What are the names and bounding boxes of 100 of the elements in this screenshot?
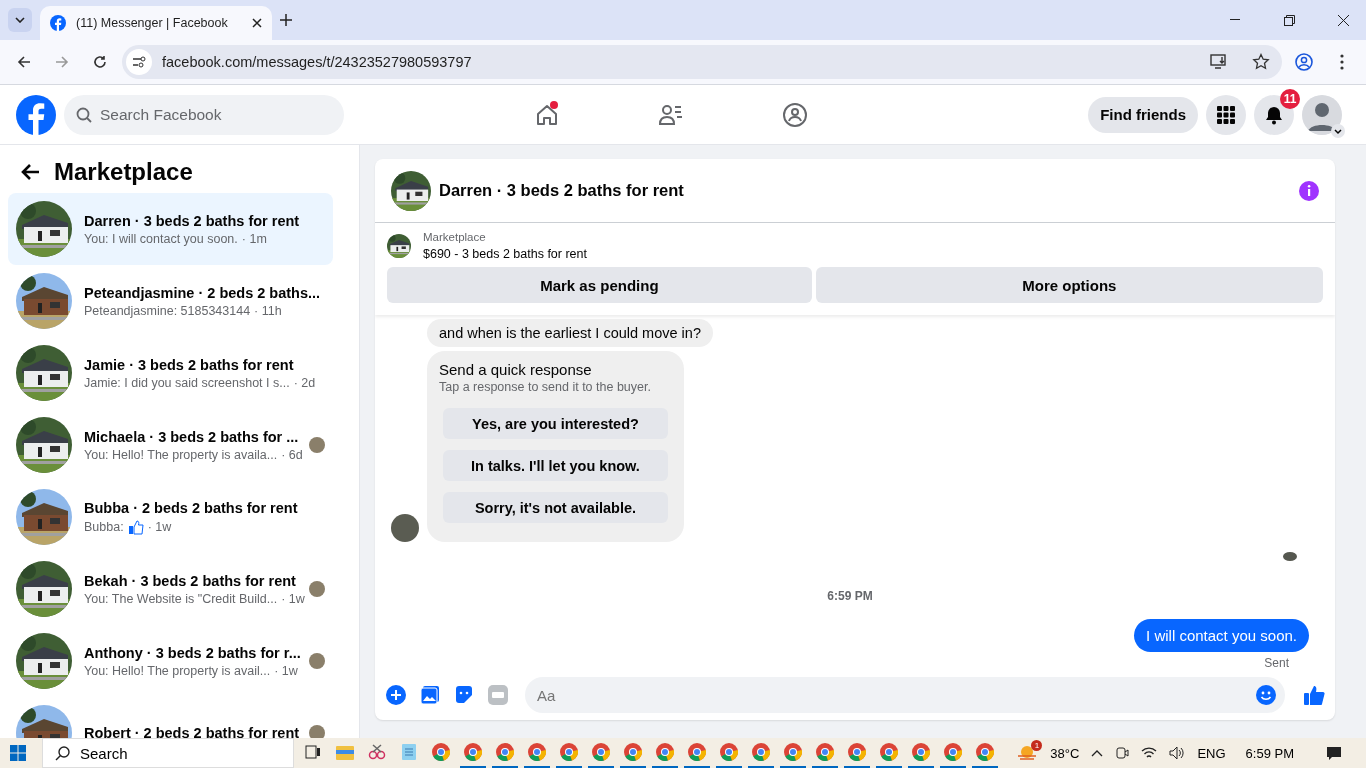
person-silhouette-icon bbox=[1302, 94, 1342, 135]
taskbar-search-field[interactable]: Search bbox=[42, 738, 294, 768]
account-button[interactable] bbox=[1302, 94, 1342, 135]
conversation-item[interactable]: Michaela · 3 beds 2 baths for ... You: Hello! The property is availa... · 6d bbox=[8, 409, 333, 481]
bell-icon bbox=[1264, 104, 1284, 125]
tab-search-button[interactable] bbox=[8, 8, 32, 32]
star-icon[interactable] bbox=[1252, 53, 1270, 71]
message-time: · 1w bbox=[147, 519, 172, 534]
conversation-item[interactable]: Peteandjasmine · 2 beds 2 baths... Peteandjasmine: 5185343144 · 11h bbox=[8, 265, 333, 337]
image-icon bbox=[420, 685, 440, 705]
browser-icon bbox=[912, 743, 930, 761]
quick-reply-button[interactable]: Yes, are you interested? bbox=[443, 408, 668, 439]
clock[interactable]: 6:59 PM bbox=[1245, 745, 1294, 761]
grid-menu-icon bbox=[1217, 105, 1235, 124]
install-app-icon[interactable] bbox=[1210, 54, 1228, 70]
conversation-title: Bekah · 3 beds 2 baths for rent bbox=[84, 572, 297, 589]
input-language[interactable]: ENG bbox=[1197, 745, 1226, 761]
task-view-icon bbox=[305, 744, 321, 760]
gif-icon bbox=[488, 685, 508, 705]
conversation-item[interactable]: Bekah · 3 beds 2 baths for rent You: The Website is "Credit Build... · 1w bbox=[8, 553, 333, 625]
notepad-icon bbox=[401, 743, 417, 761]
close-icon bbox=[1337, 14, 1349, 26]
facebook-logo-icon bbox=[50, 15, 66, 31]
meet-now-icon[interactable] bbox=[1115, 746, 1130, 760]
quick-response-hint: Tap a response to send it to the buyer. bbox=[439, 380, 652, 394]
message-preview: Bubba: bbox=[84, 519, 124, 534]
browser-icon bbox=[976, 743, 994, 761]
chevron-down-icon bbox=[15, 17, 25, 23]
message-preview: Jamie: I did you said screenshot I s... bbox=[84, 375, 290, 390]
browser-icon bbox=[464, 743, 482, 761]
message-time: · 6d bbox=[281, 447, 303, 462]
message-preview: You: I will contact you soon. bbox=[84, 231, 238, 246]
temperature: 38°C bbox=[1050, 745, 1080, 761]
message-time: · 2d bbox=[293, 375, 316, 390]
speaker-icon[interactable] bbox=[1169, 746, 1186, 760]
search-icon bbox=[76, 106, 92, 123]
listing-action-button[interactable]: More options bbox=[815, 267, 1323, 303]
close-icon[interactable] bbox=[252, 18, 262, 28]
notification-center-icon[interactable] bbox=[1326, 745, 1342, 761]
delivery-status: Sent bbox=[1264, 656, 1289, 670]
plus-icon bbox=[386, 685, 406, 705]
message-preview: You: Hello! The property is avail... bbox=[84, 663, 271, 678]
browser-tab[interactable]: (11) Messenger | Facebook bbox=[40, 6, 272, 40]
facebook-logo[interactable] bbox=[16, 94, 56, 135]
back-arrow-icon[interactable] bbox=[20, 163, 40, 181]
site-settings-icon[interactable] bbox=[126, 49, 152, 75]
message-time: · 1w bbox=[274, 663, 298, 678]
notification-badge: 11 bbox=[1280, 88, 1300, 109]
conversation-title: Darren · 3 beds 2 baths for rent bbox=[84, 212, 301, 229]
new-tab-icon[interactable] bbox=[280, 14, 292, 26]
conversation-item[interactable]: Anthony · 3 beds 2 baths for r... You: Hello! The property is avail... · 1w bbox=[8, 625, 333, 697]
windows-start-icon[interactable] bbox=[10, 745, 26, 761]
message-preview: Peteandjasmine: 5185343144 bbox=[84, 303, 251, 318]
chevron-up-icon[interactable] bbox=[1091, 749, 1104, 757]
sticker-icon bbox=[454, 685, 474, 705]
quick-reply-button[interactable]: In talks. I'll let you know. bbox=[443, 450, 668, 481]
sender-avatar bbox=[391, 514, 419, 542]
message-input[interactable]: Aa bbox=[525, 677, 1285, 713]
more-vertical-icon bbox=[1340, 54, 1344, 70]
listing-label: Marketplace bbox=[423, 231, 487, 243]
search-field[interactable]: Search Facebook bbox=[64, 94, 344, 135]
forward-arrow-icon bbox=[55, 55, 69, 69]
info-icon[interactable] bbox=[1299, 180, 1319, 201]
taskbar-search-placeholder: Search bbox=[80, 744, 128, 762]
conversation-title: Jamie · 3 beds 2 baths for rent bbox=[84, 356, 295, 373]
menu-button[interactable] bbox=[1206, 94, 1246, 135]
conversation-item[interactable]: Darren · 3 beds 2 baths for rent You: I will contact you soon. · 1m bbox=[8, 193, 333, 265]
browser-icon bbox=[720, 743, 738, 761]
address-bar[interactable]: facebook.com/messages/t/24323527980593797 bbox=[122, 45, 1282, 79]
home-icon bbox=[535, 102, 560, 127]
url-text: facebook.com/messages/t/24323527980593797 bbox=[162, 54, 473, 70]
folder-icon bbox=[336, 744, 354, 760]
tab-title: (11) Messenger | Facebook bbox=[76, 16, 229, 30]
add-button[interactable] bbox=[383, 682, 409, 708]
find-friends-button[interactable]: Find friends bbox=[1088, 96, 1198, 133]
browser-icon bbox=[496, 743, 514, 761]
notifications-button[interactable] bbox=[1254, 94, 1294, 135]
minimize-icon bbox=[1230, 19, 1240, 21]
browser-icon bbox=[784, 743, 802, 761]
conversation-item[interactable]: Jamie · 3 beds 2 baths for rent Jamie: I did you said screenshot I s... · 2d bbox=[8, 337, 333, 409]
thumbs-up-icon bbox=[1303, 684, 1325, 706]
listing-title: $690 - 3 beds 2 baths for rent bbox=[423, 247, 587, 261]
wifi-icon[interactable] bbox=[1141, 746, 1158, 760]
weather-icon bbox=[1016, 744, 1039, 762]
listing-action-button[interactable]: Mark as pending bbox=[387, 267, 812, 303]
message-time: · 1w bbox=[281, 591, 305, 606]
conversation-title: Robert · 2 beds 2 baths for rent bbox=[84, 725, 297, 738]
back-arrow-icon bbox=[17, 55, 31, 69]
chat-title: Darren · 3 beds 2 baths for rent bbox=[439, 181, 685, 200]
message-time: · 1m bbox=[241, 231, 267, 246]
sent-message-bubble: I will contact you soon. bbox=[1134, 619, 1309, 652]
quick-response-title: Send a quick response bbox=[439, 361, 593, 378]
message-preview: You: The Website is "Credit Build... bbox=[84, 591, 278, 606]
message-bubble: and when is the earliest I could move in? bbox=[427, 319, 713, 347]
conversation-item[interactable]: Bubba · 2 beds 2 baths for rent Bubba: · 1w bbox=[8, 481, 333, 553]
browser-icon bbox=[848, 743, 866, 761]
message-timestamp: 6:59 PM bbox=[827, 589, 873, 603]
search-placeholder: Search Facebook bbox=[100, 105, 222, 124]
quick-reply-button[interactable]: Sorry, it's not available. bbox=[443, 492, 668, 523]
sidebar-title: Marketplace bbox=[54, 158, 193, 186]
